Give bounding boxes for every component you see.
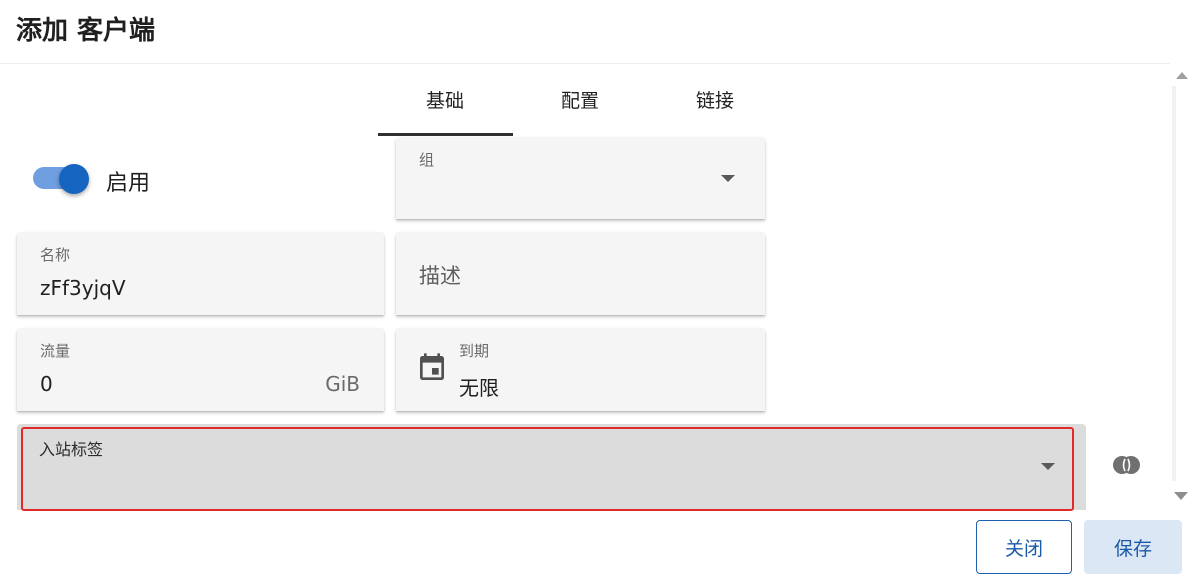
toggle-thumb: [59, 164, 89, 194]
description-placeholder: 描述: [419, 264, 461, 288]
scroll-up-arrow[interactable]: [1176, 72, 1188, 79]
description-field[interactable]: 描述: [396, 232, 765, 315]
traffic-label: 流量: [40, 342, 71, 360]
traffic-field[interactable]: 流量 0 GiB: [17, 328, 384, 411]
close-button[interactable]: 关闭: [976, 520, 1072, 574]
save-button[interactable]: 保存: [1084, 520, 1182, 574]
traffic-value: 0: [40, 372, 53, 396]
inbound-tags-label: 入站标签: [39, 440, 104, 459]
focus-outline: [21, 427, 1074, 511]
enable-label: 启用: [106, 171, 151, 196]
chevron-down-icon: [1041, 463, 1055, 470]
name-value: zFf3yjqV: [40, 276, 126, 300]
traffic-unit: GiB: [325, 372, 360, 396]
group-label: 组: [419, 151, 435, 169]
scroll-down-arrow[interactable]: [1174, 492, 1188, 500]
group-select[interactable]: 组: [396, 137, 765, 219]
name-label: 名称: [40, 246, 71, 264]
scrollbar[interactable]: [1171, 64, 1190, 505]
name-field[interactable]: 名称 zFf3yjqV: [17, 232, 384, 315]
tab-active-indicator: [378, 133, 513, 136]
expiry-field[interactable]: 到期 无限: [396, 328, 765, 411]
tab-config[interactable]: 配置: [513, 86, 647, 134]
braces-toggle-icon[interactable]: [1111, 455, 1143, 475]
tab-basic[interactable]: 基础: [378, 86, 512, 134]
enable-toggle[interactable]: [33, 164, 91, 194]
tab-link[interactable]: 链接: [648, 86, 782, 134]
dialog-title: 添加 客户端: [16, 16, 156, 46]
chevron-down-icon: [721, 175, 735, 182]
expiry-value: 无限: [459, 376, 499, 400]
calendar-icon: [416, 352, 448, 384]
header-divider: [0, 63, 1170, 64]
inbound-tags-select[interactable]: 入站标签: [17, 424, 1086, 511]
scroll-thumb[interactable]: [1172, 86, 1176, 481]
expiry-label: 到期: [459, 342, 490, 360]
